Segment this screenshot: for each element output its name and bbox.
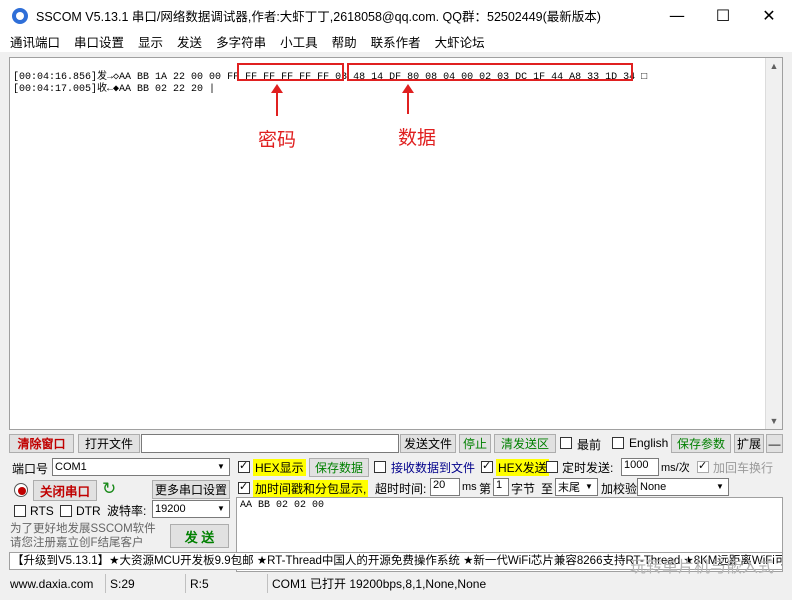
timeout-label: 超时时间: xyxy=(375,482,427,496)
open-file-button[interactable]: 打开文件 xyxy=(78,434,140,453)
chevron-down-icon: ▼ xyxy=(585,482,593,491)
chevron-down-icon: ▼ xyxy=(716,482,724,491)
menu-serial-settings[interactable]: 串口设置 xyxy=(74,32,124,51)
baud-select[interactable]: 19200 ▼ xyxy=(152,500,230,518)
rts-checkbox[interactable] xyxy=(14,505,26,517)
checksum-select-value: None xyxy=(640,481,667,493)
timeout-unit-label: ms xyxy=(462,481,477,493)
to-label: 至 xyxy=(541,482,554,496)
menu-multi-string[interactable]: 多字符串 xyxy=(216,32,266,51)
byte-label: 字节 xyxy=(511,482,536,496)
checksum-select[interactable]: None ▼ xyxy=(637,478,729,496)
receive-line-received: [00:04:17.005]收←◆AA BB 02 22 20 | xyxy=(13,84,216,95)
collapse-button[interactable]: — xyxy=(766,434,783,453)
menu-forum[interactable]: 大虾论坛 xyxy=(435,32,485,51)
status-port-info: COM1 已打开 19200bps,8,1,None,None xyxy=(272,577,487,591)
promo-text: 为了更好地发展SSCOM软件 请您注册嘉立创F结尾客户 xyxy=(10,523,156,549)
topmost-checkbox[interactable] xyxy=(560,437,572,449)
timeout-input[interactable]: 20 xyxy=(430,478,460,496)
chevron-down-icon: ▼ xyxy=(217,462,225,471)
interval-unit-label: ms/次 xyxy=(661,462,690,474)
hex-send-checkbox[interactable] xyxy=(481,459,493,473)
recv-to-file-label: 接收数据到文件 xyxy=(391,461,476,475)
menu-comm-port[interactable]: 通讯端口 xyxy=(10,32,60,51)
save-data-button[interactable]: 保存数据 xyxy=(309,458,369,477)
baud-label: 波特率: xyxy=(107,504,147,518)
close-port-button[interactable]: 关闭串口 xyxy=(33,480,97,501)
port-select[interactable]: COM1 ▼ xyxy=(52,458,230,476)
more-port-settings-button[interactable]: 更多串口设置 xyxy=(152,480,230,499)
close-button[interactable]: ✕ xyxy=(746,0,792,31)
maximize-button[interactable]: ☐ xyxy=(700,0,746,31)
status-sent-count: S:29 xyxy=(106,574,186,593)
refresh-icon[interactable]: ↻ xyxy=(102,479,116,499)
password-arrow-icon xyxy=(271,84,283,116)
send-button[interactable]: 发 送 xyxy=(170,524,229,548)
dtr-label: DTR xyxy=(76,504,101,518)
timed-send-label: 定时发送: xyxy=(562,461,614,475)
nth-label: 第 xyxy=(479,482,492,496)
data-annotation: 数据 xyxy=(398,128,437,149)
save-params-button[interactable]: 保存参数 xyxy=(671,434,731,453)
end-select[interactable]: 末尾 ▼ xyxy=(555,478,598,496)
port-label: 端口号 xyxy=(12,462,49,476)
add-crlf-label: 加回车换行 xyxy=(713,461,774,475)
menu-send[interactable]: 发送 xyxy=(177,32,202,51)
timed-send-checkbox[interactable] xyxy=(546,461,558,473)
expand-button[interactable]: 扩展 xyxy=(734,434,764,453)
chevron-down-icon: ▼ xyxy=(217,504,225,513)
nth-byte-input[interactable]: 1 xyxy=(493,478,509,496)
timestamp-label: 加时间戳和分包显示, xyxy=(253,480,369,497)
timestamp-checkbox[interactable] xyxy=(238,480,250,494)
interval-input[interactable]: 1000 xyxy=(621,458,659,476)
english-label: English xyxy=(629,436,669,450)
clear-window-button[interactable]: 清除窗口 xyxy=(9,434,74,453)
minimize-button[interactable]: — xyxy=(654,0,700,31)
status-received-count: R:5 xyxy=(186,574,268,593)
status-bar: www.daxia.com S:29 R:5 COM1 已打开 19200bps… xyxy=(0,573,792,594)
scroll-down-icon[interactable]: ▼ xyxy=(766,413,782,429)
menu-display[interactable]: 显示 xyxy=(138,32,163,51)
baud-select-value: 19200 xyxy=(155,503,186,515)
app-icon xyxy=(12,7,28,24)
checksum-label: 加校验 xyxy=(601,482,638,496)
topmost-label: 最前 xyxy=(577,438,602,452)
hex-display-checkbox[interactable] xyxy=(238,459,250,473)
record-dot-icon xyxy=(18,487,26,495)
hex-send-label: HEX发送 xyxy=(496,459,549,476)
receive-area[interactable]: [00:04:16.856]发→◇AA BB 1A 22 00 00 FF FF… xyxy=(9,57,783,430)
data-arrow-icon xyxy=(402,84,414,114)
menu-contact-author[interactable]: 联系作者 xyxy=(371,32,421,51)
port-select-value: COM1 xyxy=(55,461,87,473)
data-highlight-box xyxy=(347,63,633,81)
hex-display-label: HEX显示 xyxy=(253,459,306,476)
english-checkbox[interactable] xyxy=(612,437,624,449)
menu-bar: 通讯端口 串口设置 显示 发送 多字符串 小工具 帮助 联系作者 大虾论坛 xyxy=(0,31,792,52)
receive-scrollbar[interactable]: ▲ ▼ xyxy=(765,58,782,429)
recv-to-file-checkbox[interactable] xyxy=(374,461,386,473)
add-crlf-checkbox[interactable] xyxy=(697,459,709,473)
file-path-input[interactable] xyxy=(141,434,399,453)
password-highlight-box xyxy=(237,63,344,81)
menu-tools[interactable]: 小工具 xyxy=(280,32,318,51)
clear-send-button[interactable]: 清发送区 xyxy=(494,434,556,453)
window-title: SSCOM V5.13.1 串口/网络数据调试器,作者:大虾丁丁,2618058… xyxy=(36,10,601,24)
title-bar: SSCOM V5.13.1 串口/网络数据调试器,作者:大虾丁丁,2618058… xyxy=(0,0,792,31)
status-website[interactable]: www.daxia.com xyxy=(0,574,106,593)
stop-button[interactable]: 停止 xyxy=(459,434,491,453)
rts-label: RTS xyxy=(30,504,54,518)
menu-help[interactable]: 帮助 xyxy=(332,32,357,51)
dtr-checkbox[interactable] xyxy=(60,505,72,517)
send-file-button[interactable]: 发送文件 xyxy=(400,434,456,453)
scroll-up-icon[interactable]: ▲ xyxy=(766,58,782,74)
end-select-value: 末尾 xyxy=(558,482,580,494)
password-annotation: 密码 xyxy=(258,130,297,151)
